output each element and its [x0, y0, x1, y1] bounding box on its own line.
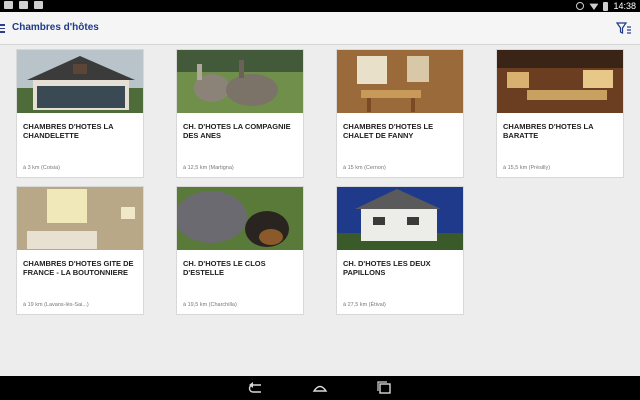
listing-title: CH. D'HOTES LES DEUX PAPILLONS [343, 259, 431, 277]
listing-title: CHAMBRES D'HOTES LA CHANDELETTE [23, 122, 114, 140]
filter-icon[interactable] [616, 21, 632, 35]
listing-card[interactable]: CHAMBRES D'HOTES LE CHALET DE FANNY à 15… [336, 49, 464, 178]
listing-photo [337, 50, 463, 113]
listing-card[interactable]: CH. D'HOTES LES DEUX PAPILLONS à 27,5 km… [336, 186, 464, 315]
home-icon[interactable] [311, 381, 329, 395]
alarm-icon [576, 2, 585, 10]
back-icon[interactable] [247, 381, 265, 395]
listing-distance: à 3 km (Coisia) [23, 165, 60, 171]
listing-title: CH. D'HOTES LE CLOS D'ESTELLE [183, 259, 266, 277]
listing-distance: à 27,5 km (Étival) [343, 302, 386, 308]
listing-card[interactable]: CHAMBRES D'HOTES LA CHANDELETTE à 3 km (… [16, 49, 144, 178]
listing-distance: à 15,5 km (Présilly) [503, 165, 551, 171]
app-bar: Chambres d'hôtes [0, 12, 640, 45]
navigation-bar [0, 376, 640, 400]
notification-icons [4, 1, 43, 9]
system-icons: 14:38 [576, 0, 636, 12]
listing-photo [177, 187, 303, 250]
listing-photo [337, 187, 463, 250]
image-icon [19, 1, 28, 9]
listing-photo [17, 50, 143, 113]
hamburger-menu-icon[interactable] [0, 24, 6, 33]
page-title: Chambres d'hôtes [12, 22, 99, 33]
clock: 14:38 [613, 1, 636, 11]
listing-title: CHAMBRES D'HOTES LA BARATTE [503, 122, 594, 140]
listing-distance: à 12,5 km (Martigna) [183, 165, 234, 171]
listing-photo [177, 50, 303, 113]
recent-apps-icon[interactable] [375, 381, 393, 395]
listing-distance: à 19,5 km (Charchilla) [183, 302, 237, 308]
listing-card[interactable]: CH. D'HOTES LA COMPAGNIE DES ANES à 12,5… [176, 49, 304, 178]
listing-card[interactable]: CH. D'HOTES LE CLOS D'ESTELLE à 19,5 km … [176, 186, 304, 315]
listing-title: CHAMBRES D'HOTES GITE DE FRANCE - LA BOU… [23, 259, 134, 277]
download-icon [34, 1, 43, 9]
listing-card[interactable]: CHAMBRES D'HOTES GITE DE FRANCE - LA BOU… [16, 186, 144, 315]
listing-title: CH. D'HOTES LA COMPAGNIE DES ANES [183, 122, 291, 140]
listing-distance: à 15 km (Cernon) [343, 165, 386, 171]
status-bar: 14:38 [0, 0, 640, 12]
listing-distance: à 19 km (Lavans-lès-Sai...) [23, 302, 89, 308]
battery-icon [603, 1, 609, 11]
listing-title: CHAMBRES D'HOTES LE CHALET DE FANNY [343, 122, 434, 140]
listing-photo [497, 50, 623, 113]
listing-card[interactable]: CHAMBRES D'HOTES LA BARATTE à 15,5 km (P… [496, 49, 624, 178]
listing-photo [17, 187, 143, 250]
mail-icon [4, 1, 13, 9]
wifi-icon [589, 3, 599, 10]
